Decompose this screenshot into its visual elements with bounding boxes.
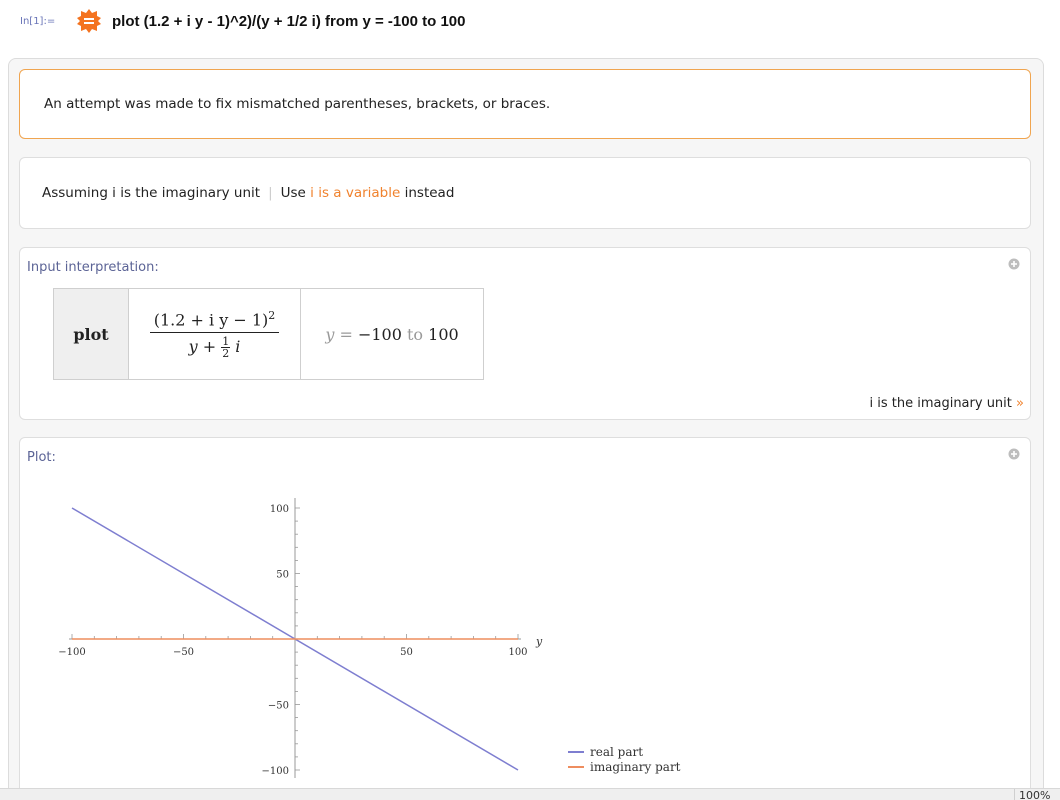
legend-entry: real part [590, 745, 643, 759]
assumption-pod: Assuming i is the imaginary unit | Use i i… [19, 157, 1031, 229]
x-tick-label: −50 [173, 647, 194, 658]
assumption-separator: | [268, 185, 273, 201]
y-tick-label: −50 [268, 701, 289, 712]
plot-chart: −100 −50 50 100 100 50 −50 −100 y real partimagin… [58, 498, 681, 778]
variable-assumption-link[interactable]: i is a variable [310, 185, 400, 201]
formula-fraction: (1.2 + i y − 1)2 y + 12 i [149, 309, 280, 361]
input-cell-label: In[1]:= [20, 15, 56, 27]
imaginary-unit-assumption-link[interactable]: i is the imaginary unit » [869, 396, 1024, 411]
input-interpretation-pod: Input interpretation: plot (1.2 + i y − … [19, 247, 1031, 420]
formula-denominator: y + 12 i [188, 335, 241, 361]
input-line: In[1]:= plot (1.2 + i y - 1)^2)/(y + 1/2… [20, 6, 465, 36]
y-tick-label: −100 [262, 766, 289, 777]
plot-title: Plot: [27, 450, 56, 465]
range-cell: y = −100 to 100 [300, 288, 484, 380]
legend-entry: imaginary part [590, 760, 681, 774]
warning-pod: An attempt was made to fix mismatched pa… [19, 69, 1031, 139]
plot-command-cell: plot [53, 288, 129, 380]
zoom-level[interactable]: 100% [1014, 789, 1060, 800]
status-bar [0, 788, 1060, 800]
x-tick-label: −100 [58, 647, 85, 658]
plot-pod: Plot: −100 −50 50 100 100 50 −50 −100 y real part… [19, 437, 1031, 800]
notebook-window: In[1]:= plot (1.2 + i y - 1)^2)/(y + 1/2… [0, 0, 1060, 800]
wolfram-alpha-icon[interactable] [76, 8, 102, 34]
x-tick-label: 100 [508, 647, 527, 658]
y-tick-label: 100 [270, 504, 289, 515]
x-tick-label: 50 [400, 647, 413, 658]
formula-cell: (1.2 + i y − 1)2 y + 12 i [128, 288, 301, 380]
interpretation-table: plot (1.2 + i y − 1)2 y + 12 i y = −100 … [53, 288, 484, 380]
results-container: An attempt was made to fix mismatched pa… [8, 58, 1044, 800]
y-tick-label: 50 [276, 570, 289, 581]
assumption-line: Assuming i is the imaginary unit | Use i i… [42, 185, 454, 201]
interpretation-title: Input interpretation: [27, 260, 159, 275]
assumption-suffix: instead [404, 185, 455, 201]
expand-pod-icon[interactable] [1008, 448, 1020, 460]
assumption-prefix: Assuming i is the imaginary unit [42, 185, 261, 201]
x-axis-label: y [535, 635, 543, 648]
query-input[interactable]: plot (1.2 + i y - 1)^2)/(y + 1/2 i) from… [112, 13, 465, 30]
use-label: Use [280, 185, 306, 201]
expand-pod-icon[interactable] [1008, 258, 1020, 270]
formula-numerator: (1.2 + i y − 1)2 [149, 309, 280, 334]
half-fraction: 12 [221, 335, 231, 361]
warning-text: An attempt was made to fix mismatched pa… [44, 96, 551, 112]
